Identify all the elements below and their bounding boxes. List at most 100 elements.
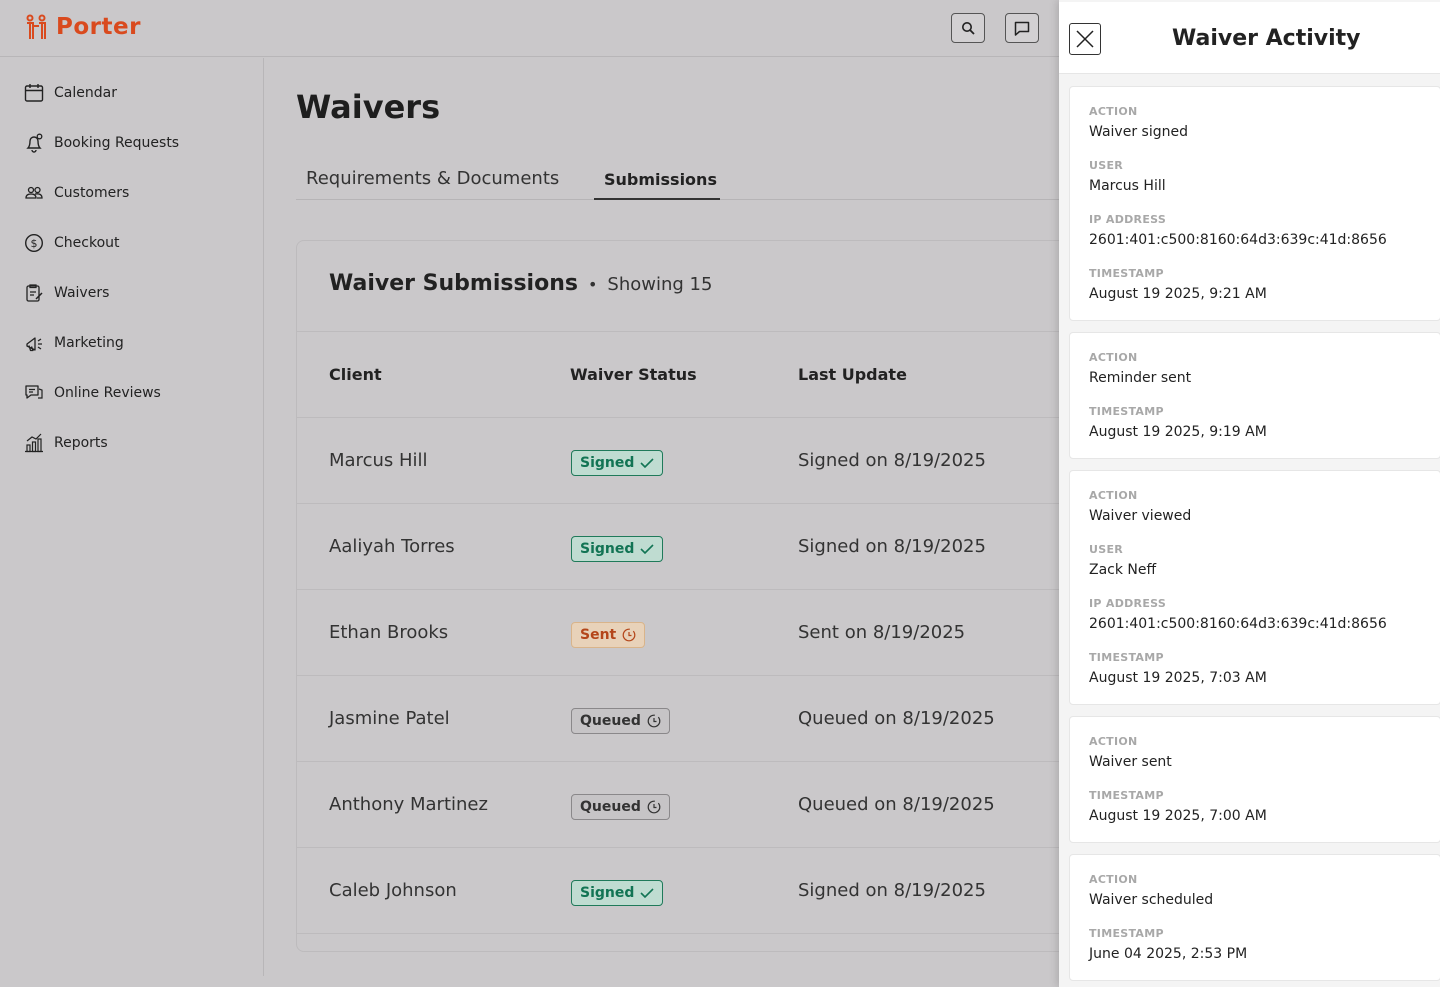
sidebar-item-reports[interactable]: Reports xyxy=(24,430,108,456)
submission-count: Showing 15 xyxy=(607,274,713,295)
sidebar-item-waivers[interactable]: Waivers xyxy=(24,280,109,306)
action-label: ACTION xyxy=(1089,489,1138,502)
column-header-status[interactable]: Waiver Status xyxy=(570,365,697,384)
client-name: Jasmine Patel xyxy=(329,708,450,729)
chat-icon xyxy=(1014,21,1030,36)
last-update: Queued on 8/19/2025 xyxy=(798,794,995,815)
active-tab-indicator xyxy=(594,198,720,200)
bell-icon xyxy=(26,133,43,153)
check-icon xyxy=(640,458,654,469)
clipboard-icon xyxy=(26,284,43,302)
tab-bar: Requirements & Documents Submissions xyxy=(296,160,1060,200)
panel-header: Waiver Activity xyxy=(1059,2,1440,74)
column-header-last-update[interactable]: Last Update xyxy=(798,365,907,384)
status-badge: Signed xyxy=(571,880,664,906)
top-bar: Porter xyxy=(0,0,1060,57)
bar-chart-icon xyxy=(25,433,43,453)
card-title: Waiver Submissions xyxy=(329,271,578,296)
action-value: Waiver sent xyxy=(1089,754,1172,770)
tab-requirements-documents[interactable]: Requirements & Documents xyxy=(306,168,559,189)
timestamp-label: TIMESTAMP xyxy=(1089,405,1164,418)
divider xyxy=(297,331,1077,332)
close-button[interactable] xyxy=(1069,23,1101,55)
separator-dot: • xyxy=(587,275,598,294)
user-label: USER xyxy=(1089,159,1124,172)
clock-icon xyxy=(647,800,661,814)
card-header: Waiver Submissions • Showing 15 xyxy=(329,271,712,296)
sidebar-item-customers[interactable]: Customers xyxy=(24,180,129,206)
sidebar-item-label: Reports xyxy=(54,435,108,451)
status-badge: Queued xyxy=(571,794,670,820)
table-row[interactable]: Anthony Martinez Queued Queued on 8/19/2… xyxy=(297,761,1077,847)
action-label: ACTION xyxy=(1089,735,1138,748)
timestamp-label: TIMESTAMP xyxy=(1089,267,1164,280)
tab-submissions[interactable]: Submissions xyxy=(604,170,717,189)
status-label: Queued xyxy=(580,713,641,729)
reviews-icon xyxy=(25,385,43,399)
activity-card: ACTION Waiver signed USER Marcus Hill IP… xyxy=(1069,86,1440,321)
status-label: Signed xyxy=(580,455,635,471)
client-name: Caleb Johnson xyxy=(329,880,457,901)
table-row[interactable]: Caleb Johnson Signed Signed on 8/19/2025 xyxy=(297,847,1077,933)
dollar-icon: $ xyxy=(24,233,44,253)
sidebar-item-label: Online Reviews xyxy=(54,385,161,401)
sidebar-item-checkout[interactable]: $ Checkout xyxy=(24,230,120,256)
chat-button[interactable] xyxy=(1005,13,1039,43)
timestamp-value: August 19 2025, 7:03 AM xyxy=(1089,670,1267,686)
status-label: Signed xyxy=(580,541,635,557)
status-badge: Sent xyxy=(571,622,646,648)
page-title: Waivers xyxy=(296,88,441,126)
sidebar-item-marketing[interactable]: Marketing xyxy=(24,330,124,356)
svg-text:$: $ xyxy=(31,237,38,250)
column-header-client[interactable]: Client xyxy=(329,365,382,384)
table-row[interactable]: Ethan Brooks Sent Sent on 8/19/2025 xyxy=(297,589,1077,675)
last-update: Signed on 8/19/2025 xyxy=(798,536,986,557)
action-value: Waiver scheduled xyxy=(1089,892,1214,908)
sidebar-item-label: Customers xyxy=(54,185,130,201)
activity-card: ACTION Waiver scheduled TIMESTAMP June 0… xyxy=(1069,854,1440,981)
users-icon xyxy=(25,186,43,199)
search-button[interactable] xyxy=(951,13,985,43)
panel-title: Waiver Activity xyxy=(1172,26,1361,51)
search-icon xyxy=(962,22,975,35)
status-badge: Signed xyxy=(571,450,664,476)
timestamp-value: August 19 2025, 9:19 AM xyxy=(1089,424,1267,440)
ip-value: 2601:401:c500:8160:64d3:639c:41d:8656 xyxy=(1089,232,1387,248)
activity-card: ACTION Waiver sent TIMESTAMP August 19 2… xyxy=(1069,716,1440,843)
last-update: Signed on 8/19/2025 xyxy=(798,450,986,471)
timestamp-value: June 04 2025, 2:53 PM xyxy=(1089,946,1248,962)
submissions-card: Waiver Submissions • Showing 15 Client W… xyxy=(296,240,1077,952)
sidebar-item-online-reviews[interactable]: Online Reviews xyxy=(24,380,161,406)
timestamp-value: August 19 2025, 9:21 AM xyxy=(1089,286,1267,302)
sidebar-item-calendar[interactable]: Calendar xyxy=(24,80,117,106)
activity-card: ACTION Waiver viewed USER Zack Neff IP A… xyxy=(1069,470,1440,705)
table-row[interactable]: Aaliyah Torres Signed Signed on 8/19/202… xyxy=(297,503,1077,589)
sidebar-item-label: Checkout xyxy=(54,235,120,251)
status-badge: Signed xyxy=(571,536,664,562)
sidebar-item-label: Booking Requests xyxy=(54,135,180,151)
action-label: ACTION xyxy=(1089,105,1138,118)
ip-label: IP ADDRESS xyxy=(1089,213,1167,226)
check-icon xyxy=(640,888,654,899)
sidebar-item-booking-requests[interactable]: Booking Requests xyxy=(24,130,179,156)
action-label: ACTION xyxy=(1089,351,1138,364)
last-update: Queued on 8/19/2025 xyxy=(798,708,995,729)
timestamp-value: August 19 2025, 7:00 AM xyxy=(1089,808,1267,824)
calendar-icon xyxy=(24,84,44,102)
status-label: Queued xyxy=(580,799,641,815)
table-row[interactable]: Marcus Hill Signed Signed on 8/19/2025 xyxy=(297,417,1077,503)
clock-icon xyxy=(622,628,636,642)
logo[interactable]: Porter xyxy=(24,14,141,40)
logo-icon xyxy=(26,14,46,39)
status-label: Sent xyxy=(580,627,617,643)
clock-icon xyxy=(647,714,661,728)
status-badge: Queued xyxy=(571,708,670,734)
last-update: Signed on 8/19/2025 xyxy=(798,880,986,901)
sidebar-item-label: Marketing xyxy=(54,335,124,351)
client-name: Ethan Brooks xyxy=(329,622,449,643)
divider xyxy=(297,933,1077,934)
waiver-activity-panel: Waiver Activity ACTION Waiver signed USE… xyxy=(1059,0,1440,987)
user-value: Zack Neff xyxy=(1089,562,1157,578)
table-row[interactable]: Jasmine Patel Queued Queued on 8/19/2025 xyxy=(297,675,1077,761)
close-icon xyxy=(1076,30,1094,48)
